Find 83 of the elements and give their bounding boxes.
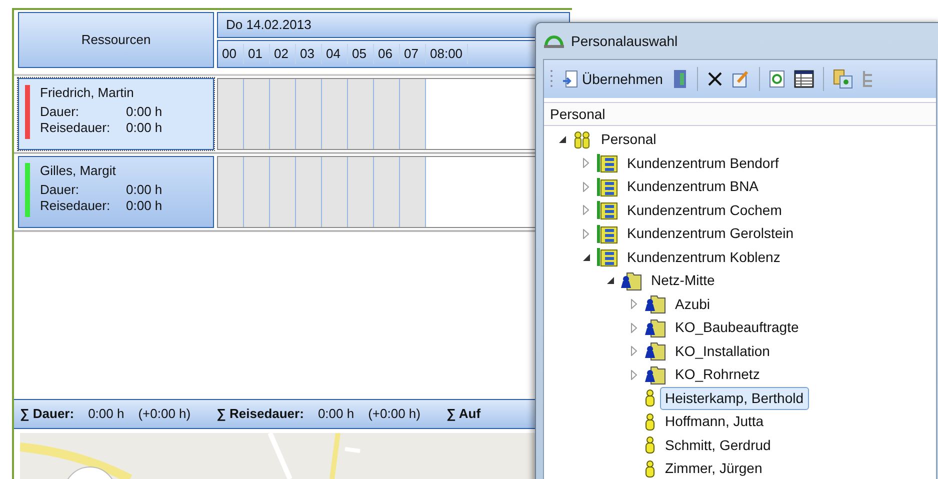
summary-label: ∑ Reisedauer: [216, 405, 304, 424]
expand-arrow-icon[interactable] [583, 205, 589, 216]
duration-value: 0:00 h [126, 104, 162, 120]
folder-person-icon [644, 294, 666, 314]
summary-label: ∑ Auf [446, 405, 481, 424]
collapse-arrow-icon[interactable] [582, 254, 590, 261]
tree-item[interactable]: Netz-Mitte [646, 269, 720, 292]
refresh-icon[interactable] [768, 70, 785, 88]
document-arrow-icon [562, 70, 578, 88]
close-icon[interactable] [706, 71, 723, 87]
summary-value: 0:00 h [88, 405, 124, 424]
tree-item[interactable]: Kundenzentrum Cochem [622, 198, 787, 222]
tree-item[interactable]: Zimmer, Jürgen [660, 457, 768, 479]
duration-value: 0:00 h [126, 182, 162, 198]
person-icon [644, 412, 656, 431]
travel-value: 0:00 h [126, 120, 162, 136]
hour-header: 04 [322, 44, 348, 64]
org-chart-icon [596, 247, 618, 268]
expand-arrow-icon[interactable] [631, 370, 637, 380]
travel-label: Reisedauer: [40, 198, 112, 214]
person-icon [644, 436, 656, 454]
resource-name: Friedrich, Martin [40, 85, 135, 101]
apply-button[interactable]: Übernehmen [562, 68, 663, 90]
duration-label: Dauer: [40, 182, 80, 198]
resources-header: Ressourcen [18, 12, 214, 68]
expand-arrow-icon[interactable] [631, 346, 637, 356]
hour-header: 08:00 [426, 44, 468, 64]
collapse-arrow-icon[interactable] [558, 136, 566, 144]
folder-person-icon [620, 270, 642, 291]
tree-item[interactable]: Kundenzentrum BNA [622, 175, 764, 198]
resource-card[interactable]: Gilles, Margit Dauer: 0:00 h Reisedauer: 0:00 h [18, 156, 214, 228]
org-chart-icon [596, 200, 618, 220]
org-chart-icon [596, 153, 618, 174]
shapes-icon[interactable] [832, 69, 853, 89]
hour-header: 06 [374, 44, 400, 64]
expand-arrow-icon[interactable] [583, 228, 589, 239]
folder-person-icon [644, 364, 666, 385]
window-title: Personalauswahl [571, 32, 678, 50]
arch-icon [543, 33, 565, 49]
folder-person-icon [644, 341, 666, 362]
door-icon[interactable] [672, 69, 688, 89]
resource-name: Gilles, Margit [40, 163, 117, 179]
travel-value: 0:00 h [126, 198, 162, 214]
date-header: Do 14.02.2013 [217, 12, 570, 38]
summary-delta: (+0:00 h) [138, 405, 191, 424]
toolbar-grip-icon [550, 69, 553, 89]
hour-header: 05 [348, 44, 374, 64]
summary-label: ∑ Dauer: [20, 405, 74, 424]
expand-arrow-icon[interactable] [583, 158, 589, 168]
resource-card[interactable]: Friedrich, Martin Dauer: 0:00 h Reisedauer: 0:00 h [18, 78, 214, 150]
expand-arrow-icon[interactable] [583, 182, 589, 192]
org-chart-icon [596, 224, 618, 244]
expand-arrow-icon[interactable] [631, 299, 637, 310]
tree-item[interactable]: KO_Installation [670, 340, 775, 363]
travel-label: Reisedauer: [40, 120, 112, 136]
edit-icon[interactable] [732, 70, 750, 88]
hour-header: 03 [296, 44, 322, 64]
expand-arrow-icon[interactable] [631, 322, 637, 333]
collapse-arrow-icon[interactable] [606, 277, 614, 284]
column-header[interactable]: Personal [544, 102, 936, 126]
tree-item[interactable]: Schmitt, Gerdrud [660, 434, 776, 457]
table-icon[interactable] [794, 70, 814, 88]
hour-header: 07 [400, 44, 426, 64]
hour-header: 00 [218, 44, 244, 64]
tree-item[interactable]: KO_Rohrnetz [670, 363, 765, 386]
summary-value: 0:00 h [318, 405, 354, 424]
hour-header: 01 [244, 44, 270, 64]
folder-person-icon [644, 318, 666, 338]
tree-item[interactable]: KO_Baubeauftragte [670, 316, 804, 340]
tree-item[interactable]: Kundenzentrum Gerolstein [622, 222, 799, 246]
tree-item[interactable]: Azubi [670, 292, 716, 316]
tree-item[interactable]: Hoffmann, Jutta [660, 410, 769, 434]
tree-item[interactable]: Kundenzentrum Bendorf [622, 152, 784, 175]
duration-label: Dauer: [40, 104, 80, 120]
tree-item[interactable]: Heisterkamp, Berthold [660, 386, 809, 410]
people-icon [572, 130, 592, 149]
hour-header: 02 [270, 44, 296, 64]
tree-item[interactable]: Kundenzentrum Koblenz [622, 246, 786, 269]
org-chart-icon [596, 176, 618, 197]
summary-delta: (+0:00 h) [368, 405, 420, 424]
tree-item[interactable]: Personal [596, 128, 662, 152]
person-icon [644, 389, 656, 408]
person-icon [644, 460, 656, 478]
